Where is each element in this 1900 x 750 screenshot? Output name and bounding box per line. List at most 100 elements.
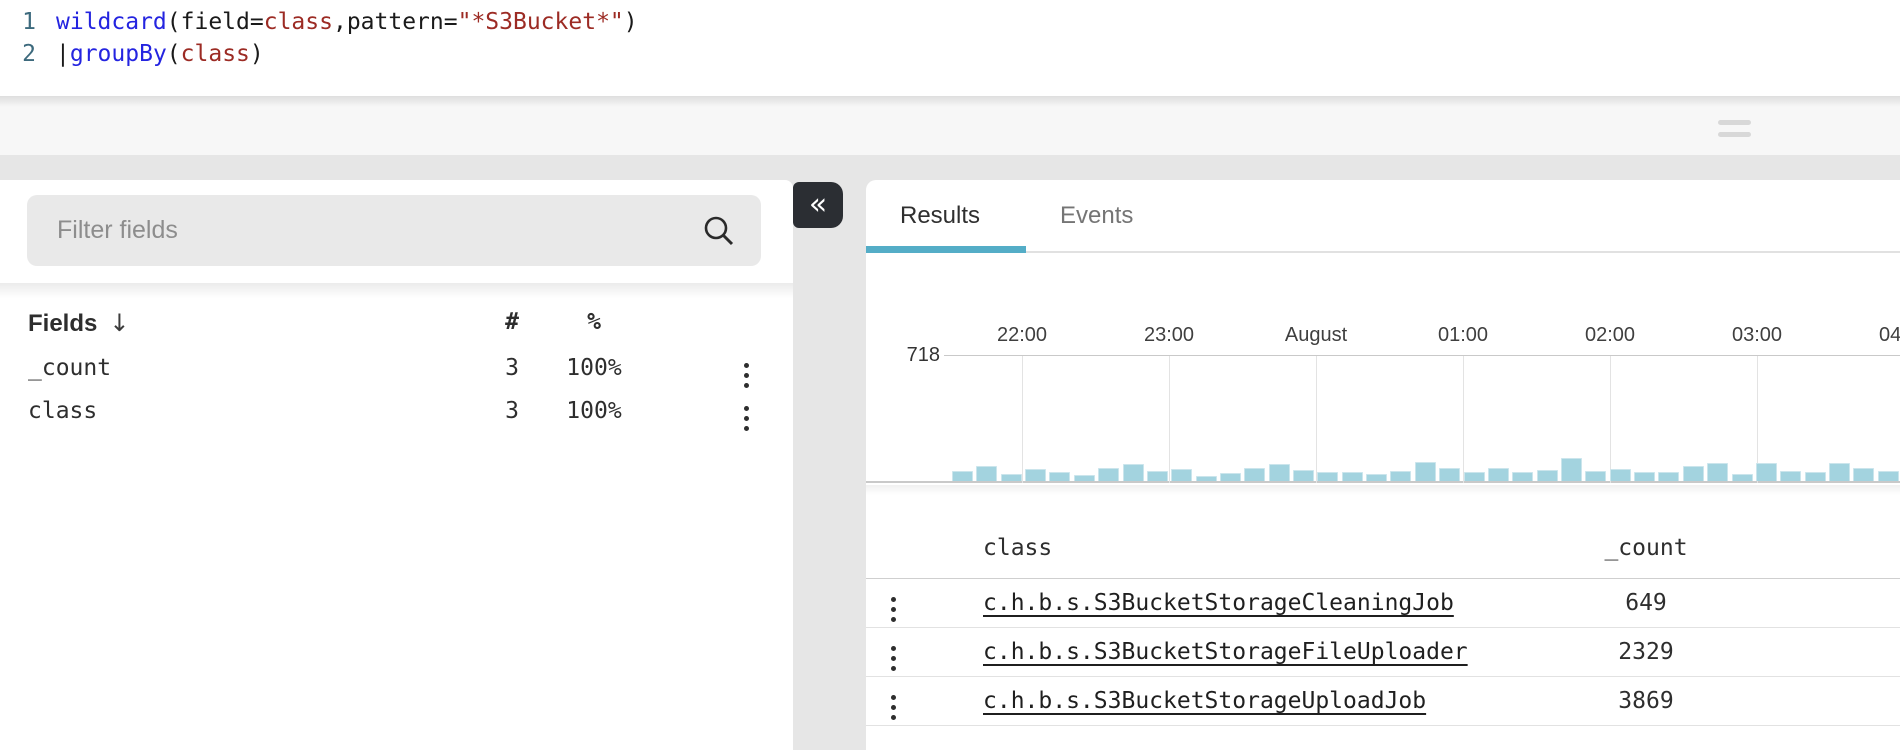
line-number: 1 bbox=[0, 6, 36, 38]
histogram-bar bbox=[1025, 469, 1046, 481]
histogram-bar bbox=[1561, 458, 1582, 481]
field-count: 3 bbox=[472, 398, 552, 424]
kebab-dot bbox=[891, 656, 896, 661]
histogram-bar bbox=[1342, 472, 1363, 481]
gridline bbox=[1463, 356, 1464, 483]
histogram-bar bbox=[1415, 462, 1436, 481]
histogram-bar bbox=[1512, 472, 1533, 481]
result-row: c.h.b.s.S3BucketStorageFileUploader2329 bbox=[866, 628, 1900, 677]
gridline bbox=[1610, 356, 1611, 483]
x-tick-label: 04:00 bbox=[1854, 324, 1900, 347]
gridline bbox=[1169, 356, 1170, 483]
count-column-header: _count bbox=[1571, 535, 1721, 561]
count-column-header: # bbox=[472, 309, 552, 335]
kebab-icon bbox=[744, 360, 749, 390]
x-tick-label: August bbox=[1266, 324, 1366, 347]
class-column-header: class bbox=[983, 535, 1052, 561]
query-line: 2|groupBy(class) bbox=[0, 38, 1900, 70]
histogram-bar bbox=[1464, 472, 1485, 481]
kebab-dot bbox=[891, 646, 896, 651]
kebab-dot bbox=[744, 426, 749, 431]
y-axis-max-label: 718 bbox=[866, 344, 940, 367]
row-menu-button[interactable] bbox=[885, 686, 902, 728]
kebab-dot bbox=[891, 666, 896, 671]
collapse-sidebar-button[interactable]: « bbox=[793, 182, 843, 228]
field-menu-button[interactable] bbox=[738, 354, 755, 396]
results-table: class _count c.h.b.s.S3BucketStorageClea… bbox=[866, 485, 1900, 726]
histogram-bar bbox=[976, 466, 997, 481]
kebab-dot bbox=[891, 705, 896, 710]
histogram-bar bbox=[1049, 472, 1070, 481]
query-token: ) bbox=[250, 41, 264, 67]
gridline bbox=[1022, 356, 1023, 483]
histogram-bar bbox=[1488, 468, 1509, 481]
field-percent: 100% bbox=[552, 355, 636, 381]
divider-shadow bbox=[0, 283, 793, 298]
active-tab-indicator bbox=[866, 246, 1026, 253]
kebab-dot bbox=[744, 416, 749, 421]
query-token: "*S3Bucket*" bbox=[458, 9, 624, 35]
result-class-link[interactable]: c.h.b.s.S3BucketStorageCleaningJob bbox=[983, 590, 1454, 616]
histogram-bar bbox=[1707, 463, 1728, 481]
query-token: class bbox=[264, 9, 333, 35]
histogram-bar bbox=[1756, 463, 1777, 481]
field-row: _count 3100% bbox=[0, 348, 793, 391]
results-table-header: class _count bbox=[866, 485, 1900, 579]
histogram-bar bbox=[1147, 471, 1168, 481]
field-row: class3100% bbox=[0, 391, 793, 434]
field-menu-button[interactable] bbox=[738, 397, 755, 439]
histogram-bar bbox=[1196, 476, 1217, 481]
search-icon bbox=[701, 213, 737, 249]
query-editor[interactable]: 1wildcard(field=class,pattern="*S3Bucket… bbox=[0, 0, 1900, 96]
result-class-link[interactable]: c.h.b.s.S3BucketStorageFileUploader bbox=[983, 639, 1468, 665]
x-tick-label: 01:00 bbox=[1413, 324, 1513, 347]
x-tick-label: 02:00 bbox=[1560, 324, 1660, 347]
histogram-bar bbox=[1780, 471, 1801, 481]
query-token: wildcard bbox=[56, 9, 167, 35]
query-code: wildcard(field=class,pattern="*S3Bucket*… bbox=[56, 6, 638, 38]
histogram-bar bbox=[1390, 471, 1411, 481]
histogram-bar bbox=[1829, 463, 1850, 481]
fields-table-body: _count 3100% class 3100% bbox=[0, 348, 793, 434]
fields-table-header: Fields↓ # % bbox=[0, 305, 793, 345]
histogram-bar bbox=[952, 471, 973, 481]
field-name[interactable]: _count bbox=[28, 355, 111, 381]
kebab-dot bbox=[744, 363, 749, 368]
histogram-bar bbox=[1658, 472, 1679, 481]
histogram-bar bbox=[1269, 464, 1290, 481]
kebab-dot bbox=[744, 406, 749, 411]
query-token: ,pattern= bbox=[333, 9, 458, 35]
result-count: 3869 bbox=[1571, 688, 1721, 714]
field-count: 3 bbox=[472, 355, 552, 381]
histogram-bar bbox=[1439, 468, 1460, 481]
splitter-drag-handle-icon[interactable] bbox=[1718, 120, 1751, 144]
histogram-bar bbox=[1293, 470, 1314, 481]
histogram-bar bbox=[1537, 470, 1558, 481]
tab-results[interactable]: Results bbox=[900, 180, 980, 251]
kebab-dot bbox=[891, 607, 896, 612]
percent-column-header: % bbox=[552, 309, 636, 335]
fields-sort-header[interactable]: Fields↓ bbox=[28, 309, 129, 338]
result-count: 649 bbox=[1571, 590, 1721, 616]
query-lines: 1wildcard(field=class,pattern="*S3Bucket… bbox=[0, 6, 1900, 70]
histogram-bar bbox=[1098, 468, 1119, 481]
event-histogram[interactable]: 718 22:0023:00August01:0002:0003:0004:00 bbox=[866, 253, 1900, 483]
x-tick-label: 03:00 bbox=[1707, 324, 1807, 347]
row-menu-button[interactable] bbox=[885, 637, 902, 679]
row-menu-button[interactable] bbox=[885, 588, 902, 630]
query-token: ) bbox=[624, 9, 638, 35]
tab-events[interactable]: Events bbox=[1060, 180, 1133, 251]
field-name[interactable]: class bbox=[28, 398, 97, 424]
kebab-icon bbox=[891, 594, 896, 624]
histogram-bar bbox=[1220, 473, 1241, 481]
kebab-dot bbox=[891, 617, 896, 622]
filter-fields-input[interactable] bbox=[27, 195, 761, 266]
kebab-dot bbox=[891, 597, 896, 602]
result-class-link[interactable]: c.h.b.s.S3BucketStorageUploadJob bbox=[983, 688, 1426, 714]
handle-bar bbox=[1718, 120, 1751, 125]
histogram-bar bbox=[1366, 474, 1387, 481]
query-token: (field= bbox=[167, 9, 264, 35]
result-row: c.h.b.s.S3BucketStorageCleaningJob 649 bbox=[866, 579, 1900, 628]
query-token: class bbox=[181, 41, 250, 67]
kebab-icon bbox=[891, 692, 896, 722]
